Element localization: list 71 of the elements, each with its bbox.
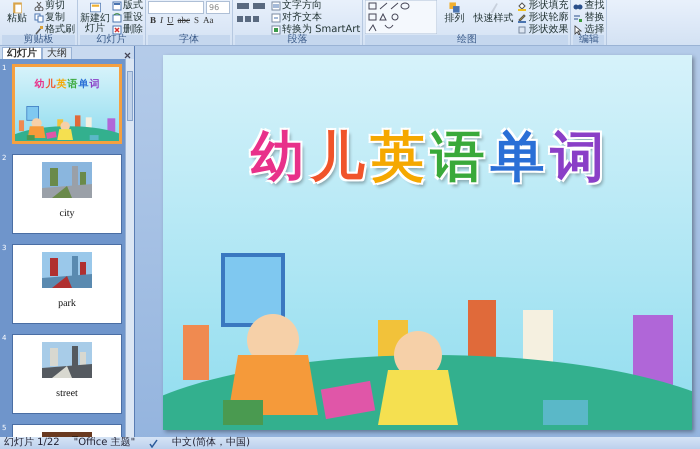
- title-letter: 幼: [250, 127, 304, 187]
- font-size-field[interactable]: 96: [206, 1, 230, 14]
- panel-tab[interactable]: 幻灯片: [2, 47, 42, 59]
- text-direction-icon: [271, 1, 281, 11]
- format-button[interactable]: Aa: [201, 14, 216, 26]
- ribbon-button[interactable]: 形状效果: [517, 24, 568, 36]
- font-name-field[interactable]: [148, 1, 204, 14]
- quick-styles-button[interactable]: 快速样式: [471, 0, 516, 24]
- brush-icon: [34, 25, 44, 35]
- group-label: 剪贴板: [2, 35, 75, 45]
- title-letter: 语: [430, 127, 484, 187]
- ribbon-button[interactable]: 版式: [112, 0, 143, 12]
- title-letter: 英: [370, 127, 424, 187]
- slide-thumbnail[interactable]: street: [12, 334, 122, 414]
- title-letter: 词: [90, 79, 100, 90]
- scissors-icon: [34, 1, 44, 11]
- slide-word: city: [60, 208, 74, 219]
- ribbon-button[interactable]: 对齐文本: [271, 12, 360, 24]
- ribbon-button[interactable]: 形状轮廓: [517, 12, 568, 24]
- ribbon-button[interactable]: 重设: [112, 12, 143, 24]
- replace-icon: [573, 13, 584, 23]
- ribbon-button[interactable]: 替换: [573, 12, 604, 24]
- cursor-icon: [573, 25, 584, 35]
- title-letter: 儿: [46, 79, 56, 90]
- group-label: 字体: [148, 35, 230, 45]
- smartart-icon: [271, 25, 281, 35]
- spellcheck-icon[interactable]: [149, 438, 158, 448]
- paste-button[interactable]: 粘贴: [2, 0, 32, 24]
- panel-tab[interactable]: 大纲: [42, 47, 72, 59]
- title-letter: 英: [56, 79, 66, 90]
- new-slide-button[interactable]: 新建幻灯片: [80, 0, 110, 34]
- group-label: 幻灯片: [80, 35, 143, 45]
- format-button[interactable]: I: [158, 14, 166, 26]
- title-letter: 单: [490, 127, 544, 187]
- close-icon[interactable]: [124, 52, 131, 59]
- group-label: 绘图: [365, 35, 568, 45]
- format-button[interactable]: B: [148, 14, 158, 26]
- title-letter: 单: [78, 79, 88, 90]
- scrollbar[interactable]: [125, 59, 134, 437]
- ribbon-button[interactable]: 查找: [573, 0, 604, 12]
- title-letter: 词: [550, 127, 604, 187]
- language-name: 中文(简体，中国): [172, 437, 250, 449]
- format-button[interactable]: abc: [176, 14, 192, 26]
- shapes-gallery[interactable]: [365, 0, 438, 34]
- align-icon: [271, 13, 281, 23]
- format-button[interactable]: S: [192, 14, 202, 26]
- reset-icon: [112, 13, 122, 23]
- shape-effect-icon: [517, 25, 528, 35]
- slide-thumbnail[interactable]: 幼儿英语单词: [12, 64, 122, 144]
- theme-name: "Office 主题": [74, 437, 136, 449]
- layout-icon: [112, 1, 122, 11]
- group-label: 编辑: [573, 35, 604, 45]
- slide-word: park: [58, 298, 76, 309]
- arrange-icon: [448, 1, 461, 14]
- slide-word: street: [56, 388, 78, 399]
- slide-counter: 幻灯片 1/22: [4, 437, 60, 449]
- title-letter: 语: [68, 79, 78, 90]
- clipboard-icon: [10, 1, 24, 14]
- slide-thumbnail[interactable]: city: [12, 154, 122, 234]
- group-label: 段落: [235, 35, 360, 45]
- format-button[interactable]: U: [165, 14, 176, 26]
- paint-bucket-icon: [517, 1, 528, 11]
- title-letter: 幼: [34, 79, 44, 90]
- title-letter: 儿: [310, 127, 364, 187]
- slide-thumbnail[interactable]: park: [12, 244, 122, 324]
- delete-icon: [112, 25, 122, 35]
- slide-icon: [88, 1, 102, 14]
- ribbon-button[interactable]: 复制: [34, 12, 75, 24]
- copy-icon: [34, 13, 44, 23]
- pencil-icon: [517, 13, 528, 23]
- arrange-button[interactable]: 排列: [439, 0, 470, 24]
